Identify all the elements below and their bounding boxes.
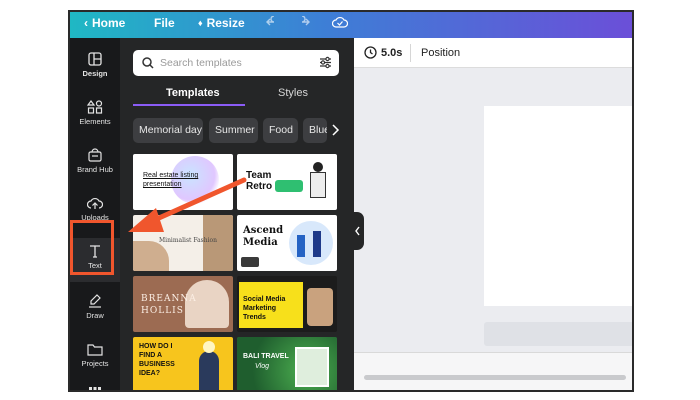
sidebar-item-draw[interactable]: Draw xyxy=(70,288,120,332)
undo-icon xyxy=(266,16,275,26)
draw-icon xyxy=(89,294,101,308)
resize-button[interactable]: ♦ Resize xyxy=(198,16,245,30)
elements-icon xyxy=(87,100,103,114)
file-menu[interactable]: File xyxy=(154,16,175,30)
canva-editor-window: ‹ Home File ♦ Resize Design Elements Bra… xyxy=(68,10,634,392)
position-button[interactable]: Position xyxy=(421,47,460,59)
chevron-left-icon: ‹ xyxy=(84,16,88,30)
search-icon xyxy=(142,57,154,69)
template-tile[interactable]: Real estate listing presentation xyxy=(133,154,233,210)
design-icon xyxy=(88,52,102,66)
cloud-check-icon xyxy=(332,16,348,28)
template-tile[interactable]: Ascend Media xyxy=(237,215,337,271)
chevron-right-icon[interactable] xyxy=(330,124,340,136)
upload-cloud-icon xyxy=(87,197,103,209)
home-button[interactable]: ‹ Home xyxy=(84,16,125,30)
editor-toolbar: 5.0s Position xyxy=(354,38,632,68)
sidebar-item-elements[interactable]: Elements xyxy=(70,94,120,138)
bottom-timeline xyxy=(354,352,632,390)
sidebar-item-design[interactable]: Design xyxy=(70,46,120,90)
template-tile[interactable]: Team Retro xyxy=(237,154,337,210)
horizontal-scrollbar[interactable] xyxy=(364,375,626,380)
brand-hub-icon xyxy=(88,148,102,162)
crown-icon: ♦ xyxy=(198,18,203,28)
template-tile[interactable]: Minimalist Fashion xyxy=(133,215,233,271)
template-tile[interactable]: HOW DO I FIND A BUSINESS IDEA? xyxy=(133,337,233,390)
redo-icon xyxy=(301,16,310,26)
chip-food[interactable]: Food xyxy=(263,118,298,143)
sidebar-item-brand-hub[interactable]: Brand Hub xyxy=(70,142,120,186)
chip-summer[interactable]: Summer xyxy=(209,118,258,143)
lightbulb-icon xyxy=(203,341,215,353)
duration-button[interactable]: 5.0s xyxy=(381,47,402,59)
template-tile[interactable]: BALI TRAVEL Vlog xyxy=(237,337,337,390)
timer-icon xyxy=(364,46,377,59)
active-tab-indicator xyxy=(133,104,245,106)
filter-icon[interactable] xyxy=(319,56,332,69)
chip-blue[interactable]: Blue xyxy=(303,118,327,143)
template-tile[interactable]: Social Media Marketing Trends xyxy=(237,276,337,332)
design-canvas[interactable] xyxy=(484,106,632,306)
apps-grid-icon[interactable] xyxy=(89,384,101,390)
cloud-saved-button[interactable] xyxy=(332,16,348,28)
text-tool-highlight xyxy=(70,220,114,275)
chip-memorial-day[interactable]: Memorial day xyxy=(133,118,203,143)
undo-button[interactable] xyxy=(266,16,278,28)
top-bar: ‹ Home File ♦ Resize xyxy=(70,12,632,38)
add-page-bar[interactable] xyxy=(484,322,632,346)
folder-icon xyxy=(87,344,103,356)
search-input[interactable]: Search templates xyxy=(133,50,339,76)
templates-panel: Search templates Templates Styles Memori… xyxy=(120,38,354,390)
panel-collapse-handle[interactable] xyxy=(352,212,364,250)
video-play-badge xyxy=(241,257,259,267)
toolbar-divider xyxy=(410,44,411,62)
tab-templates[interactable]: Templates xyxy=(166,87,220,99)
tab-styles[interactable]: Styles xyxy=(278,87,308,99)
chevron-left-icon xyxy=(355,226,360,236)
sidebar-item-projects[interactable]: Projects xyxy=(70,336,120,380)
sidebar: Design Elements Brand Hub Uploads Text D… xyxy=(70,38,120,390)
template-tile[interactable]: BREANNA HOLLIS xyxy=(133,276,233,332)
redo-button[interactable] xyxy=(298,16,310,28)
